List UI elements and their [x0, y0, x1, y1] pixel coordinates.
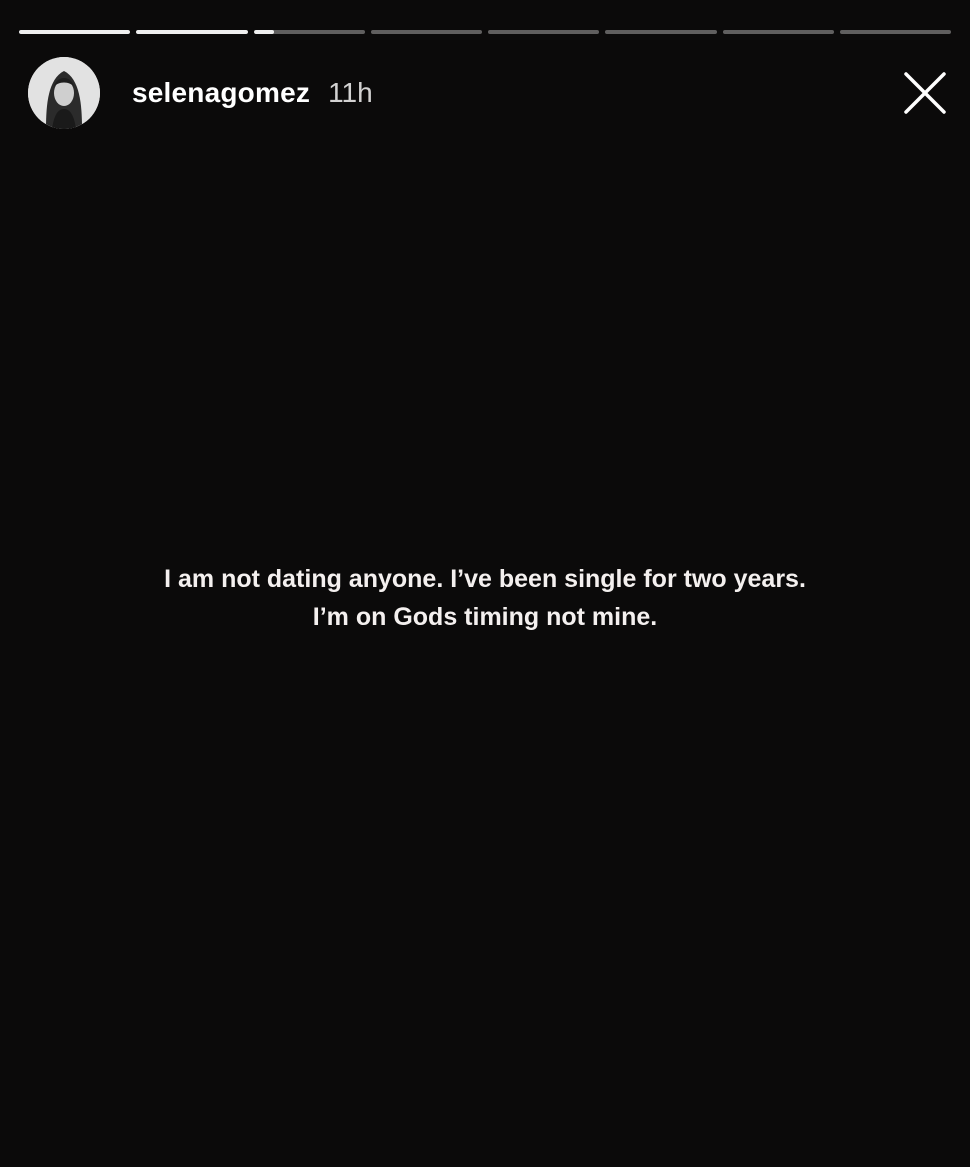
- story-text: I am not dating anyone. I’ve been single…: [0, 560, 970, 636]
- progress-segment: [370, 30, 482, 34]
- profile-photo-icon: [28, 57, 100, 129]
- story-viewer: selenagomez 11h I am not dating anyone. …: [0, 0, 970, 1167]
- progress-segment: [605, 30, 717, 34]
- story-text-line: I’m on Gods timing not mine.: [312, 603, 658, 631]
- story-text-line: I am not dating anyone. I’ve been single…: [164, 565, 806, 593]
- story-timestamp: 11h: [328, 77, 373, 108]
- close-button[interactable]: [902, 70, 948, 116]
- progress-segment: [253, 30, 365, 34]
- progress-segment: [839, 30, 951, 34]
- progress-segment: [722, 30, 834, 34]
- progress-fill: [19, 30, 131, 34]
- close-icon: [904, 72, 946, 114]
- progress-segment: [136, 30, 248, 34]
- progress-fill: [253, 30, 274, 34]
- progress-fill: [136, 30, 248, 34]
- avatar[interactable]: [28, 57, 100, 129]
- username[interactable]: selenagomez: [132, 77, 310, 109]
- progress-segment: [19, 30, 131, 34]
- story-progress-bar: [19, 30, 951, 34]
- progress-segment: [488, 30, 600, 34]
- story-header: selenagomez 11h: [28, 56, 948, 130]
